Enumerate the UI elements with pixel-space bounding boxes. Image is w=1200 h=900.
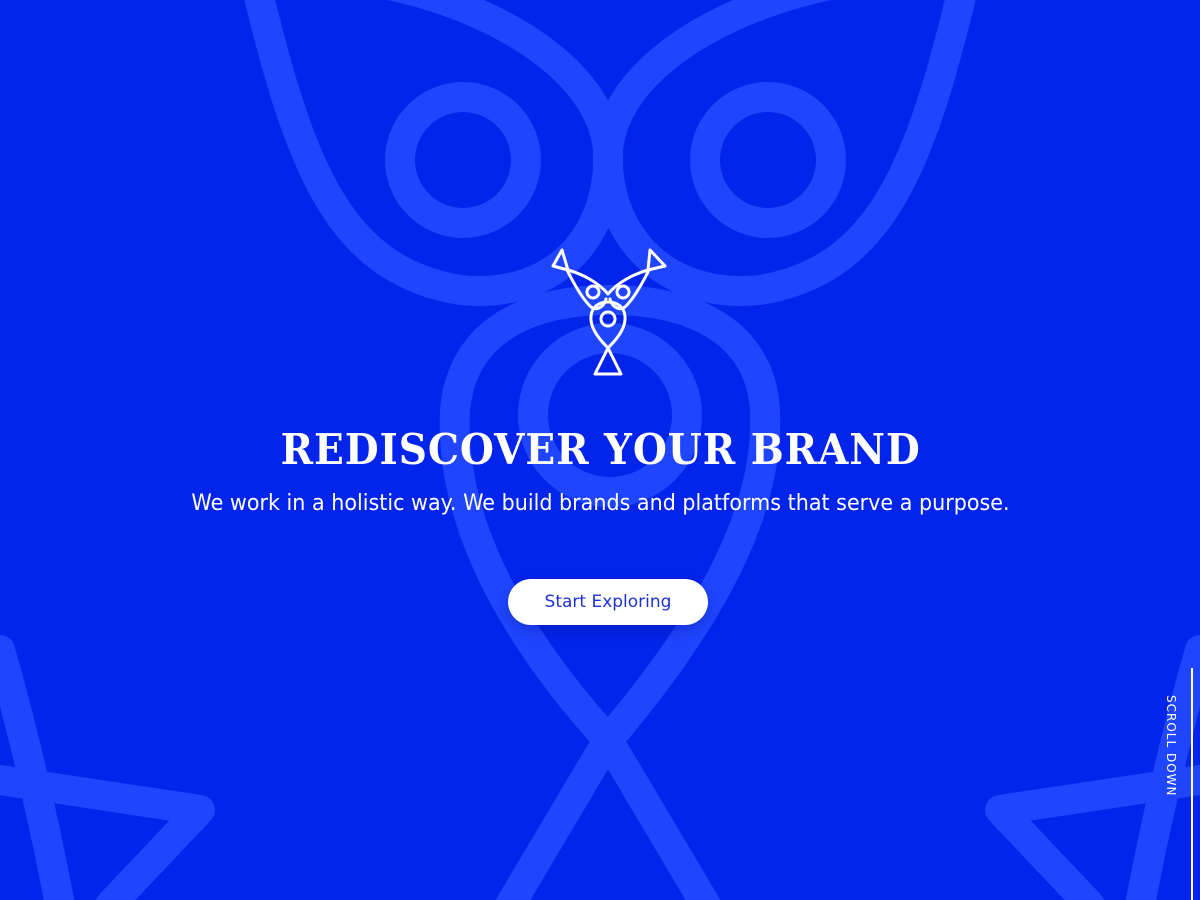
scroll-down-indicator[interactable]: SCROLL DOWN [1150, 668, 1200, 900]
scroll-line-icon [1191, 668, 1193, 900]
scroll-down-label: SCROLL DOWN [1164, 695, 1178, 797]
hero-section: REDISCOVER YOUR BRAND We work in a holis… [0, 0, 1200, 900]
start-exploring-button[interactable]: Start Exploring [508, 579, 708, 625]
figure-tree-logo-icon [551, 248, 667, 376]
hero-headline: REDISCOVER YOUR BRAND [280, 425, 921, 474]
hero-subtitle: We work in a holistic way. We build bran… [191, 491, 1010, 516]
